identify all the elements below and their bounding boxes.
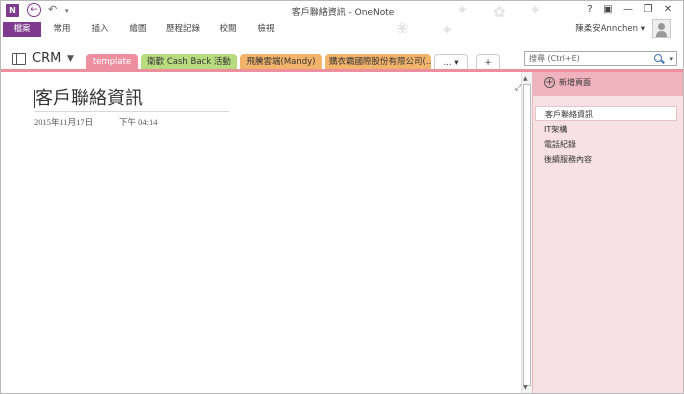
user-name-label: 陳柔安Annchen xyxy=(575,24,639,34)
tab-home[interactable]: 常用 xyxy=(45,22,79,37)
page-item-it-architecture[interactable]: IT架構 xyxy=(535,122,677,137)
chevron-down-icon: ▾ xyxy=(640,24,645,34)
onenote-window: N ← ↶ ▾ 客戶聯絡資訊 - OneNote ✦ ✿ ✦ ? ▣ — ❐ ✕… xyxy=(0,0,684,394)
scroll-thumb[interactable] xyxy=(523,84,531,386)
help-button[interactable]: ? xyxy=(583,4,597,16)
add-page-button[interactable]: + 新增頁面 xyxy=(533,72,683,96)
tab-insert[interactable]: 插入 xyxy=(83,22,117,37)
decoration-icon: ✦ xyxy=(529,1,542,19)
page-item-follow-up[interactable]: 後續服務內容 xyxy=(535,152,677,167)
notebook-icon[interactable] xyxy=(12,53,26,65)
avatar[interactable] xyxy=(652,19,671,38)
notebook-name[interactable]: CRM xyxy=(32,51,61,67)
tab-file[interactable]: 檔案 xyxy=(3,22,41,37)
close-button[interactable]: ✕ xyxy=(661,4,675,16)
restore-button[interactable]: ❐ xyxy=(641,4,655,16)
chevron-down-icon[interactable]: ▼ xyxy=(67,53,74,65)
tab-view[interactable]: 檢視 xyxy=(249,22,283,37)
window-title: 客戶聯絡資訊 - OneNote xyxy=(291,8,395,18)
page-list-pane: + 新增頁面 客戶聯絡資訊 IT架構 電話紀錄 後續服務內容 xyxy=(532,72,683,393)
page-date: 2015年11月17日 xyxy=(34,117,94,127)
tab-history[interactable]: 歷程記錄 xyxy=(159,22,207,37)
title-bar: N ← ↶ ▾ 客戶聯絡資訊 - OneNote ✦ ✿ ✦ ? ▣ — ❐ ✕ xyxy=(1,1,683,21)
page-item-call-log[interactable]: 電話紀錄 xyxy=(535,137,677,152)
search-icon[interactable] xyxy=(654,54,662,62)
decoration-icon: ❀ xyxy=(396,19,409,37)
scroll-up-icon[interactable]: ▲ xyxy=(523,75,528,82)
ribbon-tabs: 檔案 常用 插入 繪圖 歷程記錄 校閱 檢視 ❀ ✦ 陳柔安Annchen ▾ xyxy=(1,19,683,39)
decoration-icon: ✦ xyxy=(441,21,454,39)
page-scrollbar[interactable]: ▲ ▼ xyxy=(521,72,532,393)
page-time: 下午 04:14 xyxy=(119,117,158,127)
title-divider xyxy=(34,111,229,112)
search-placeholder: 搜尋 (Ctrl+E) xyxy=(529,54,580,63)
add-page-label: 新增頁面 xyxy=(559,78,591,87)
tab-review[interactable]: 校閱 xyxy=(211,22,245,37)
search-input[interactable]: 搜尋 (Ctrl+E) ▾ xyxy=(524,51,677,66)
scroll-down-icon[interactable]: ▼ xyxy=(523,384,528,391)
add-page-icon: + xyxy=(544,77,555,88)
decoration-icon: ✿ xyxy=(493,3,506,21)
ribbon-display-options-button[interactable]: ▣ xyxy=(601,4,615,16)
page-title[interactable]: 客戶聯絡資訊 xyxy=(35,87,143,111)
page-item-customer-contact[interactable]: 客戶聯絡資訊 xyxy=(535,106,677,121)
minimize-button[interactable]: — xyxy=(621,4,635,16)
user-account-name[interactable]: 陳柔安Annchen ▾ xyxy=(575,22,645,36)
chevron-down-icon[interactable]: ▾ xyxy=(669,54,673,64)
tab-draw[interactable]: 繪圖 xyxy=(121,22,155,37)
decoration-icon: ✦ xyxy=(456,1,469,19)
